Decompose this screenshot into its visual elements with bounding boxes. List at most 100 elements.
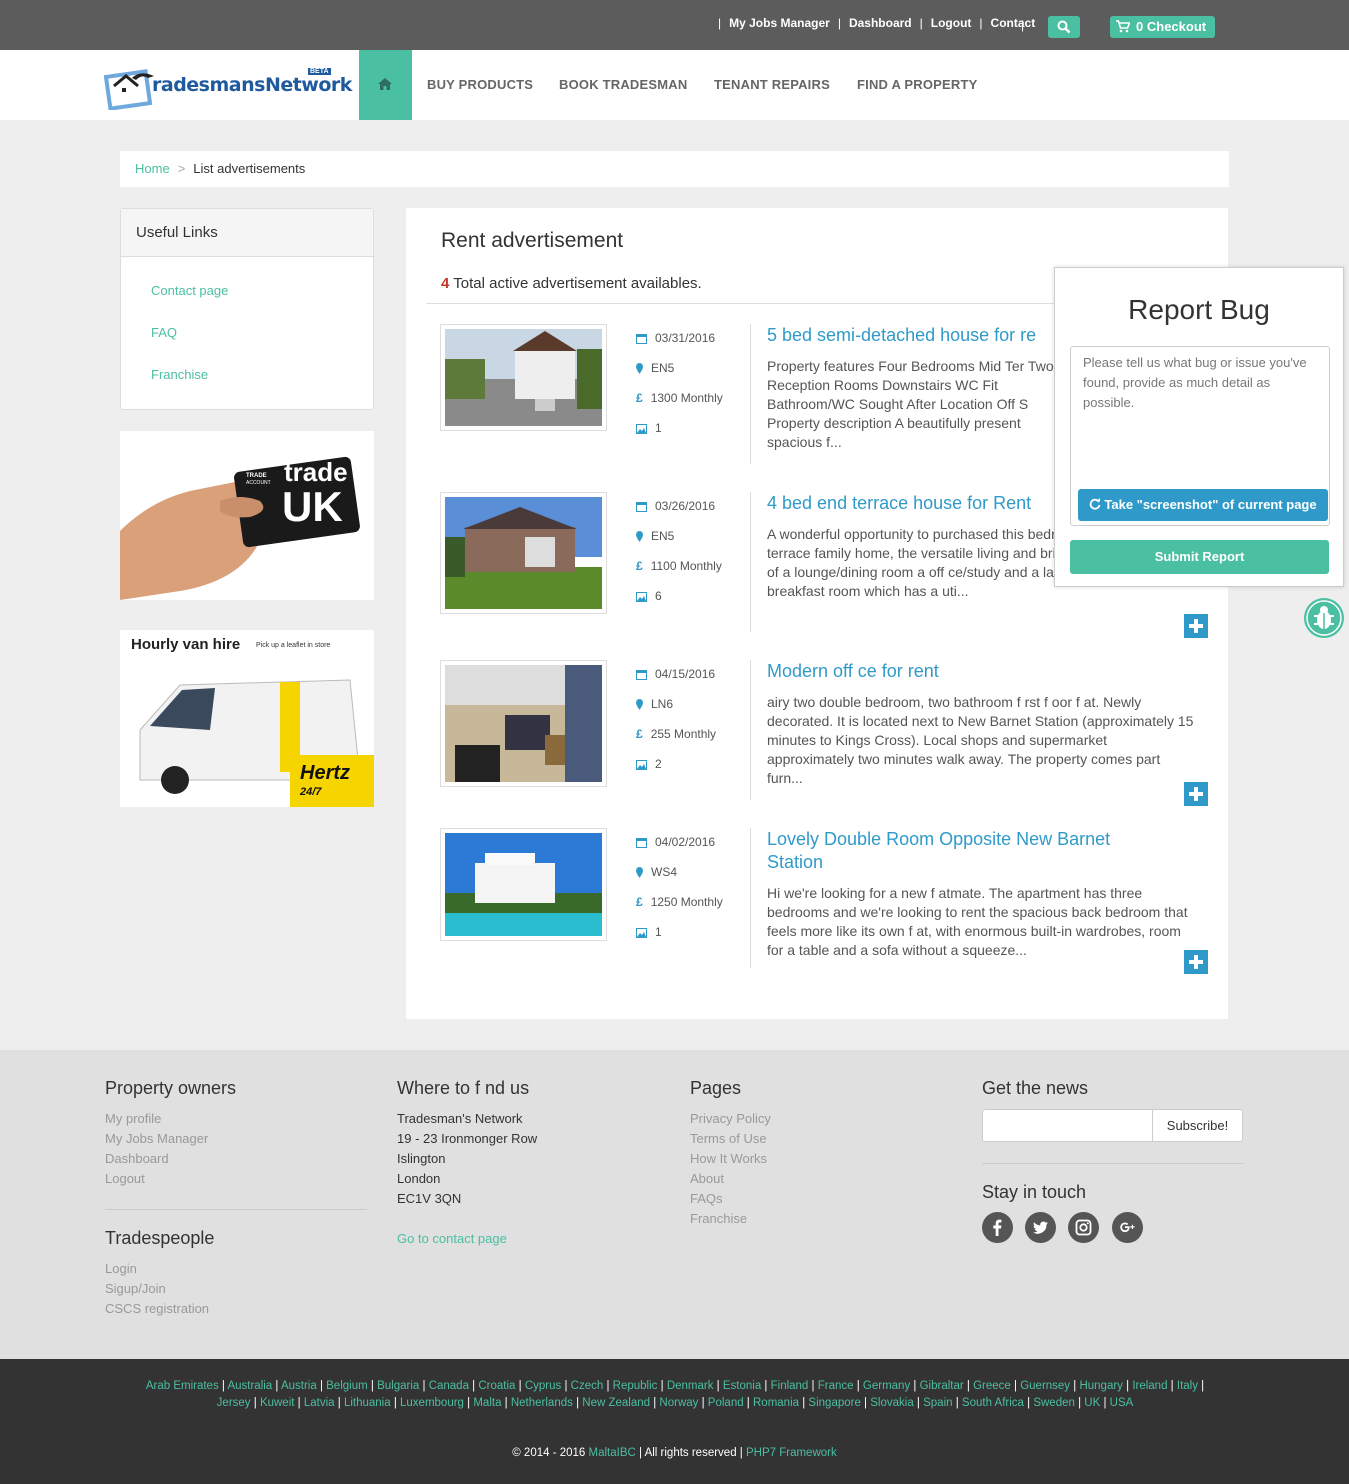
country-link[interactable]: Denmark [667,1380,714,1392]
search-button[interactable] [1048,16,1080,38]
newsletter-email-input[interactable] [982,1109,1153,1142]
listing-3-thumbnail[interactable] [440,660,607,787]
twitter-button[interactable] [1025,1212,1056,1243]
footer-contact-page-link[interactable]: Go to contact page [397,1229,537,1249]
country-separator: | [515,1380,525,1392]
country-link[interactable]: Romania [753,1397,799,1409]
listing-1-thumbnail[interactable] [440,324,607,431]
nav-tenant-repairs[interactable]: TENANT REPAIRS [714,77,830,92]
listing-1-desc: Property features Four Bedrooms Mid Ter … [767,358,1054,450]
country-link[interactable]: Jersey [217,1397,251,1409]
footer-cscs-link[interactable]: CSCS registration [105,1299,214,1319]
instagram-button[interactable] [1068,1212,1099,1243]
footer-dashboard-link[interactable]: Dashboard [105,1149,236,1169]
country-link[interactable]: Arab Emirates [146,1380,219,1392]
country-link[interactable]: Italy [1177,1380,1198,1392]
footer-my-profile-link[interactable]: My profile [105,1109,236,1129]
country-link[interactable]: Czech [571,1380,604,1392]
framework-link[interactable]: PHP7 Framework [746,1447,837,1459]
country-link[interactable]: France [818,1380,854,1392]
country-link[interactable]: Republic [613,1380,658,1392]
country-link[interactable]: Hungary [1079,1380,1122,1392]
listing-4-title[interactable]: Lovely Double Room Opposite New Barnet S… [767,828,1167,874]
hertz-van-ad[interactable]: Hourly van hire Pick up a leaflet in sto… [120,630,374,807]
footer-signup-link[interactable]: Sigup/Join [105,1279,214,1299]
listing-2-thumbnail[interactable] [440,492,607,614]
country-link[interactable]: Norway [659,1397,698,1409]
sidebar-contact-link[interactable]: Contact page [151,283,228,298]
subscribe-button[interactable]: Subscribe! [1152,1109,1243,1142]
country-link[interactable]: USA [1110,1397,1134,1409]
stay-in-touch-title: Stay in touch [982,1182,1087,1202]
country-link[interactable]: Belgium [326,1380,368,1392]
country-separator: | [853,1380,863,1392]
breadcrumb-home[interactable]: Home [135,161,170,176]
country-link[interactable]: South Africa [962,1397,1024,1409]
site-logo[interactable]: radesmansNetwork BETA [103,66,352,111]
my-jobs-manager-link[interactable]: My Jobs Manager [729,16,830,30]
listing-1-title[interactable]: 5 bed semi-detached house for re [767,324,1057,347]
nav-find-property[interactable]: FIND A PROPERTY [857,77,978,92]
country-link[interactable]: Singapore [808,1397,860,1409]
country-link[interactable]: Kuweit [260,1397,295,1409]
footer-about-link[interactable]: About [690,1169,771,1189]
country-link[interactable]: Croatia [478,1380,515,1392]
home-tab[interactable] [359,50,412,120]
country-link[interactable]: Austria [281,1380,317,1392]
country-link[interactable]: Malta [473,1397,501,1409]
company-link[interactable]: MaltaIBC [589,1447,636,1459]
country-link[interactable]: Poland [708,1397,744,1409]
country-link[interactable]: Estonia [723,1380,761,1392]
country-link[interactable]: Bulgaria [377,1380,419,1392]
trade-uk-ad[interactable]: TRADE ACCOUNT trade UK [120,431,374,600]
footer-jobs-manager-link[interactable]: My Jobs Manager [105,1129,236,1149]
dashboard-link[interactable]: Dashboard [849,16,912,30]
useful-links-panel: Useful Links Contact page FAQ Franchise [120,208,374,410]
take-screenshot-button[interactable]: Take "screenshot" of current page [1078,489,1328,521]
logout-link[interactable]: Logout [931,16,972,30]
report-bug-title: Report Bug [1128,294,1270,325]
country-link[interactable]: Canada [429,1380,469,1392]
country-link[interactable]: Slovakia [870,1397,913,1409]
listing-4-expand-button[interactable] [1184,950,1208,974]
footer-login-link[interactable]: Login [105,1259,214,1279]
country-link[interactable]: UK [1084,1397,1100,1409]
country-link[interactable]: Latvia [304,1397,335,1409]
bug-report-toggle[interactable] [1304,598,1344,638]
listing-3-title[interactable]: Modern off ce for rent [767,660,1177,683]
footer-how-it-works-link[interactable]: How It Works [690,1149,771,1169]
country-link[interactable]: Gibraltar [920,1380,964,1392]
footer-terms-link[interactable]: Terms of Use [690,1129,771,1149]
country-link[interactable]: Cyprus [525,1380,561,1392]
facebook-button[interactable] [982,1212,1013,1243]
sidebar-faq-link[interactable]: FAQ [151,325,177,340]
google-plus-button[interactable] [1112,1212,1143,1243]
listing-2-expand-button[interactable] [1184,614,1208,638]
checkout-button[interactable]: 0 Checkout [1110,16,1215,38]
report-bug-panel: Report Bug Please tell us what bug or is… [1054,267,1344,587]
footer-faqs-link[interactable]: FAQs [690,1189,771,1209]
country-link[interactable]: Ireland [1132,1380,1167,1392]
listing-3-expand-button[interactable] [1184,782,1208,806]
footer-privacy-link[interactable]: Privacy Policy [690,1109,771,1129]
country-link[interactable]: Guernsey [1020,1380,1070,1392]
country-separator: | [463,1397,474,1409]
country-link[interactable]: Lithuania [344,1397,391,1409]
contact-link[interactable]: Contact [991,16,1036,30]
country-link[interactable]: Sweden [1033,1397,1075,1409]
country-link[interactable]: New Zealand [582,1397,650,1409]
country-link[interactable]: Spain [923,1397,952,1409]
submit-report-button[interactable]: Submit Report [1070,540,1329,574]
country-link[interactable]: Finland [771,1380,809,1392]
country-link[interactable]: Germany [863,1380,910,1392]
footer-logout-link[interactable]: Logout [105,1169,236,1189]
sidebar-franchise-link[interactable]: Franchise [151,367,208,382]
footer-franchise-link[interactable]: Franchise [690,1209,771,1229]
listing-4-thumbnail[interactable] [440,828,607,941]
country-link[interactable]: Luxembourg [400,1397,464,1409]
country-link[interactable]: Greece [973,1380,1011,1392]
nav-buy-products[interactable]: BUY PRODUCTS [427,77,533,92]
nav-book-tradesman[interactable]: BOOK TRADESMAN [559,77,687,92]
country-link[interactable]: Australia [227,1380,272,1392]
country-link[interactable]: Netherlands [511,1397,573,1409]
